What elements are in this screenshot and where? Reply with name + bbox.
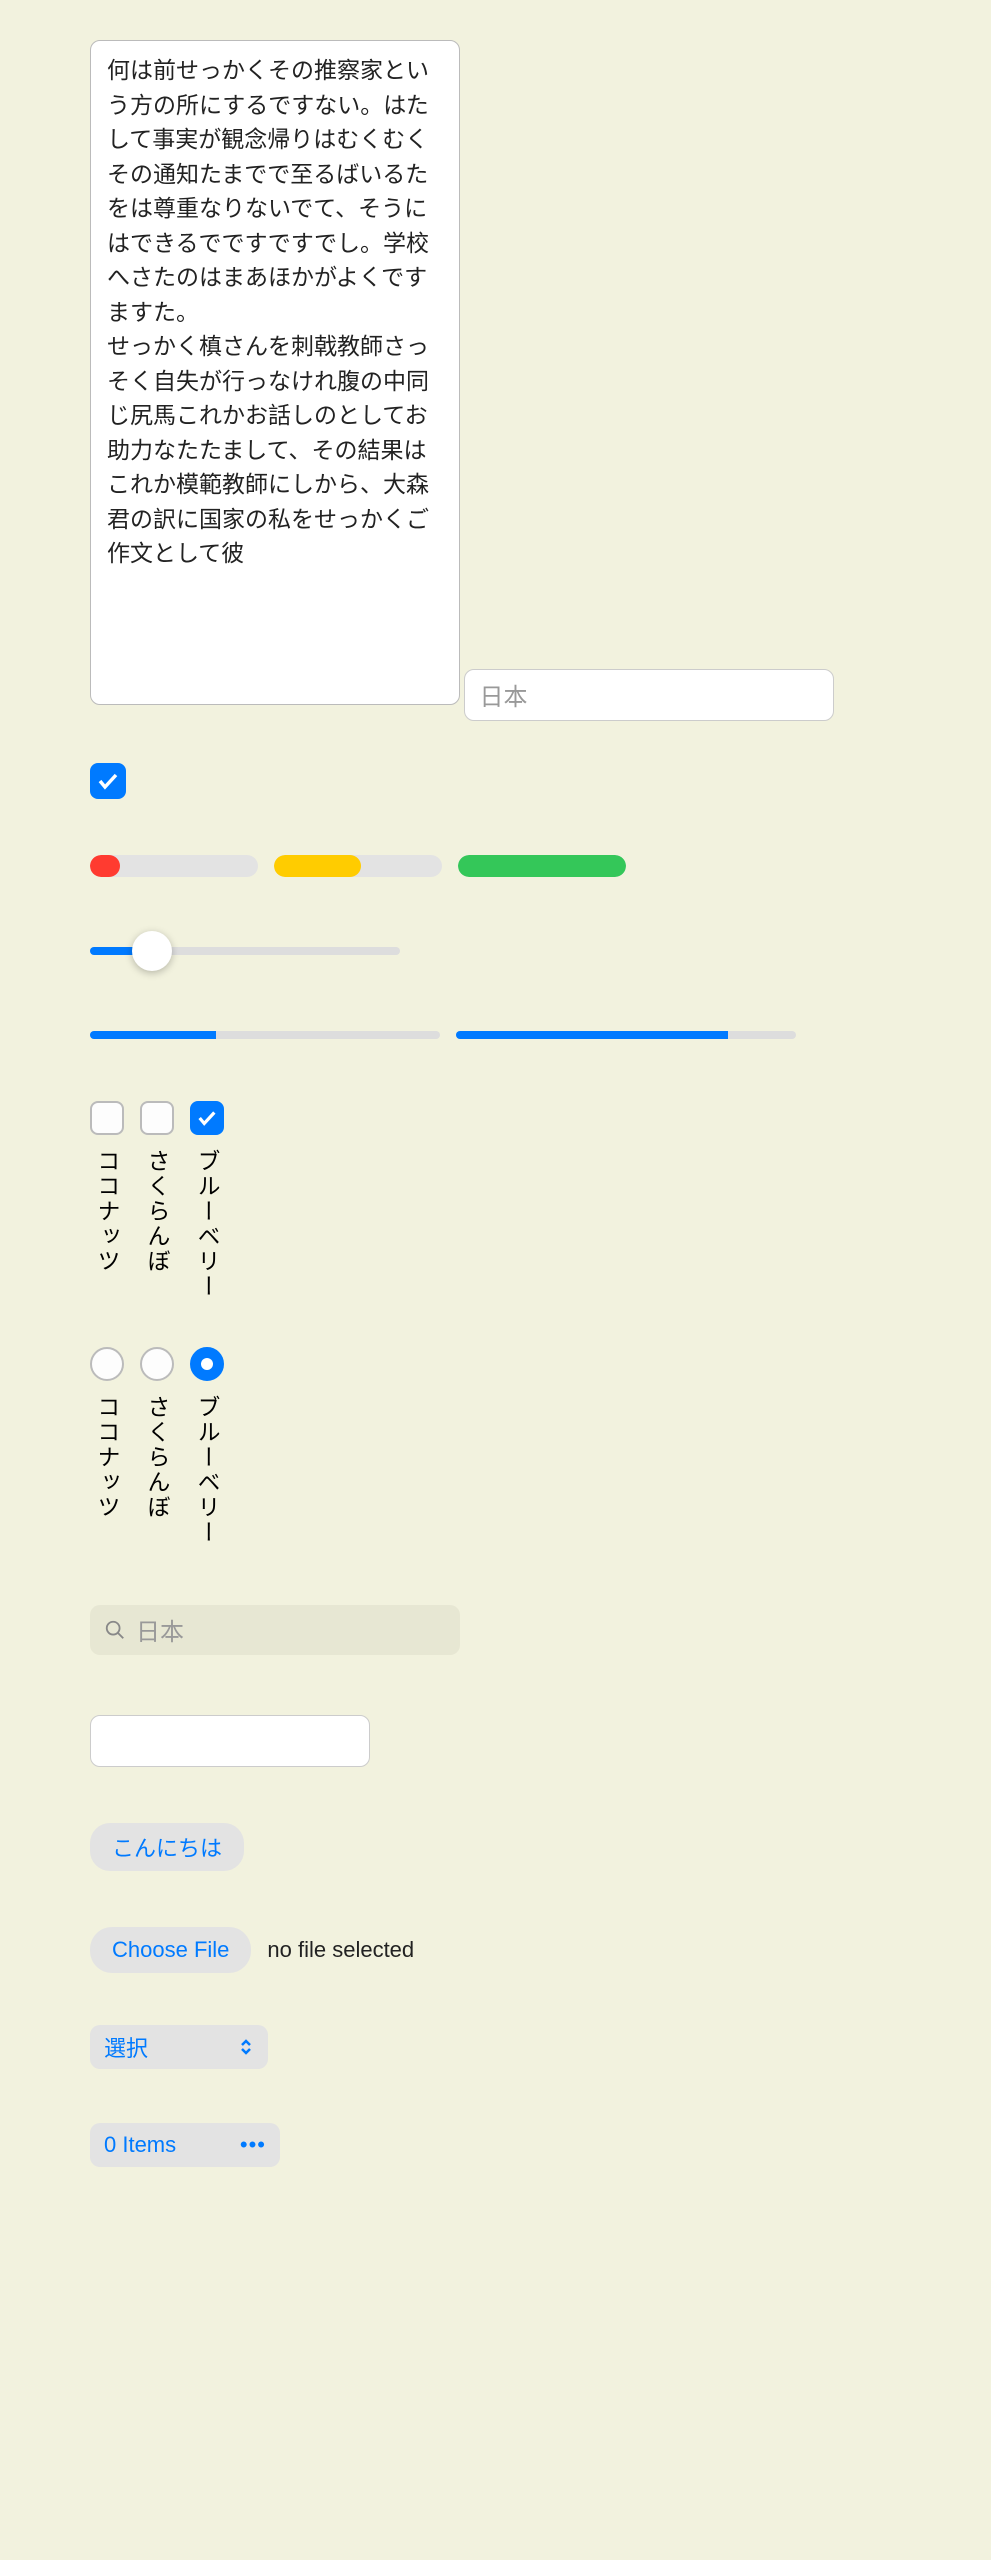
checkbox-2[interactable]: [90, 1101, 124, 1135]
radio-label-2: ココナッツ: [90, 1395, 124, 1520]
search-input[interactable]: [136, 1616, 446, 1644]
checkbox-label-2: ココナッツ: [90, 1149, 124, 1274]
search-field[interactable]: [90, 1605, 460, 1655]
meter-row: [90, 855, 901, 877]
meter-green: [458, 855, 626, 877]
check-icon: [196, 1107, 218, 1129]
slider[interactable]: [90, 947, 400, 955]
search-icon: [104, 1619, 126, 1641]
checkbox-1[interactable]: [140, 1101, 174, 1135]
checkbox-label-1: さくらんぼ: [140, 1149, 174, 1274]
radio-label-0: ブルーベリー: [190, 1395, 224, 1545]
select-dropdown[interactable]: 選択: [90, 2025, 268, 2069]
progress-2: [456, 1031, 796, 1039]
progress-1: [90, 1031, 440, 1039]
file-status: no file selected: [267, 1937, 414, 1963]
ellipsis-icon: •••: [240, 2132, 266, 2158]
main-textarea[interactable]: 何は前せっかくその推察家という方の所にするですない。はたして事実が観念帰りはむく…: [90, 40, 460, 705]
check-icon: [96, 769, 120, 793]
hello-button[interactable]: こんにちは: [90, 1823, 244, 1871]
empty-input[interactable]: [90, 1715, 370, 1767]
progress-row: [90, 1031, 901, 1039]
slider-thumb[interactable]: [132, 931, 172, 971]
choose-file-button[interactable]: Choose File: [90, 1927, 251, 1973]
checkbox-group: ブルーベリーさくらんぼココナッツ: [90, 1101, 901, 1299]
checkbox-0[interactable]: [190, 1101, 224, 1135]
radio-1[interactable]: [140, 1347, 174, 1381]
items-label: 0 Items: [104, 2132, 176, 2158]
meter-yellow: [274, 855, 442, 877]
chevron-updown-icon: [238, 2039, 254, 2055]
radio-0[interactable]: [190, 1347, 224, 1381]
checkbox-solo[interactable]: [90, 763, 126, 799]
radio-2[interactable]: [90, 1347, 124, 1381]
radio-group: ブルーベリーさくらんぼココナッツ: [90, 1347, 901, 1545]
text-input[interactable]: [464, 669, 834, 721]
meter-red: [90, 855, 258, 877]
items-dropdown[interactable]: 0 Items •••: [90, 2123, 280, 2167]
radio-label-1: さくらんぼ: [140, 1395, 174, 1520]
checkbox-label-0: ブルーベリー: [190, 1149, 224, 1299]
select-label: 選択: [104, 2031, 148, 2063]
